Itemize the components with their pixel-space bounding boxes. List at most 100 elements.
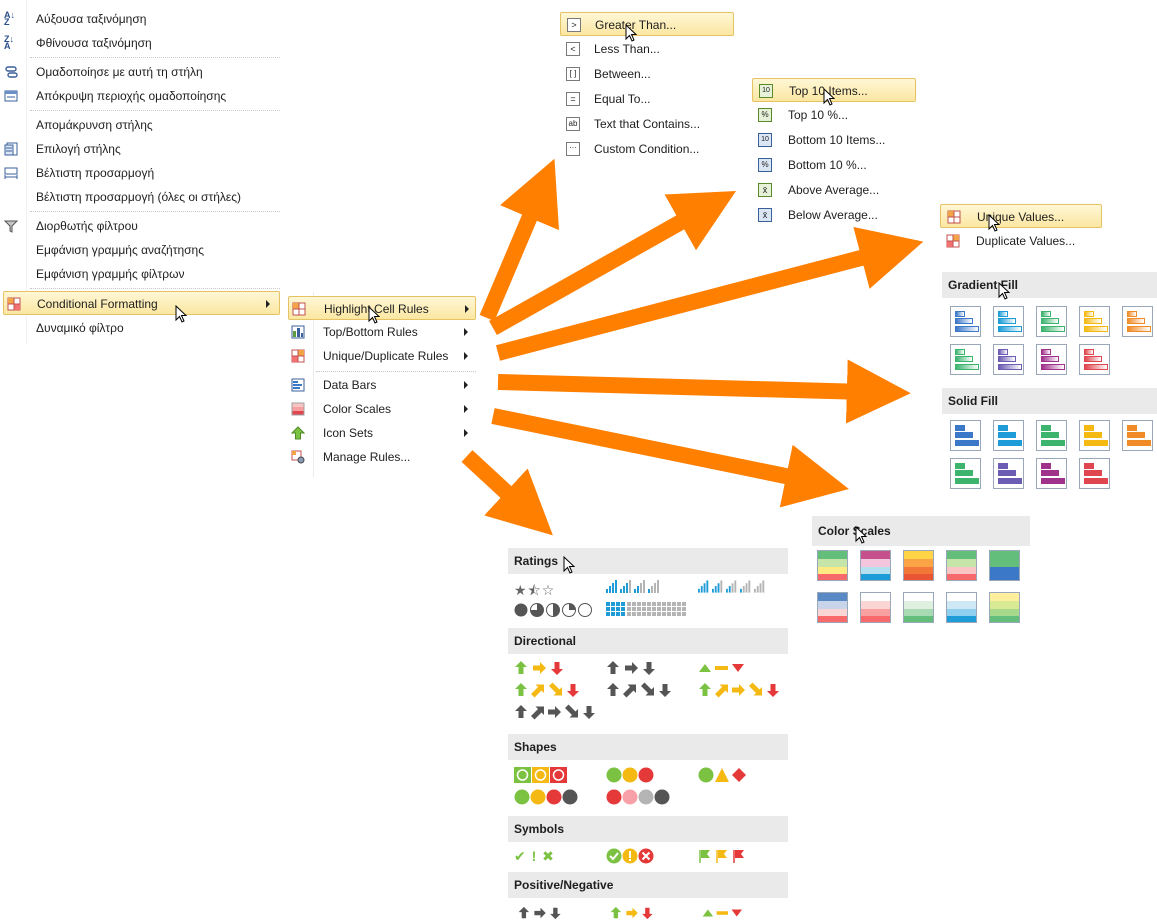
arrow-to-unique-duplicate (495, 226, 924, 361)
flags-icon-set[interactable] (698, 848, 752, 864)
three-triangles-icon-set[interactable] (698, 660, 758, 676)
signal-bars-4-icon-set[interactable] (606, 580, 686, 594)
menu-item-label: Φθίνουσα ταξινόμηση (36, 36, 152, 50)
color-scale-swatch[interactable] (817, 592, 848, 623)
submenu-item-between[interactable]: [ ] Between... (560, 62, 734, 86)
submenu-item-top-bottom-rules[interactable]: Top/Bottom Rules (288, 320, 476, 344)
conditional-formatting-submenu: Highlight Cell Rules Top/Bottom Rules Un… (286, 292, 482, 477)
menu-item-sort-descending[interactable]: Z↓ A Φθίνουσα ταξινόμηση (0, 31, 280, 55)
menu-separator (30, 57, 280, 58)
gradient-data-bar-swatch[interactable] (993, 306, 1024, 337)
gradient-data-bar-swatch[interactable] (1122, 306, 1153, 337)
menu-item-hide-group-panel[interactable]: Απόκρυψη περιοχής ομαδοποίησης (0, 84, 280, 108)
gradient-data-bar-swatch[interactable] (1036, 306, 1067, 337)
submenu-arrow-icon (464, 352, 468, 360)
quarters-icon-set[interactable] (514, 602, 596, 618)
solid-data-bar-swatch[interactable] (950, 458, 981, 489)
color-scale-swatch[interactable] (817, 550, 848, 581)
menu-item-label: Βέλτιστη προσαρμογή (όλες οι στήλες) (36, 190, 241, 204)
duplicate-values-icon (946, 234, 960, 248)
four-traffic-lights-icon-set[interactable] (514, 789, 584, 805)
solid-data-bar-swatch[interactable] (950, 420, 981, 451)
submenu-item-custom-condition[interactable]: ··· Custom Condition... (560, 137, 734, 161)
unique-duplicate-submenu: Unique Values... Duplicate Values... (938, 202, 1104, 254)
solid-data-bar-swatch[interactable] (1079, 458, 1110, 489)
menu-item-dynamic-filter[interactable]: Δυναμικό φίλτρο (0, 316, 280, 340)
solid-data-bar-swatch[interactable] (1036, 458, 1067, 489)
solid-data-bar-swatch[interactable] (1122, 420, 1153, 451)
menu-item-label: Ομαδοποίησε με αυτή τη στήλη (36, 65, 203, 79)
submenu-item-bottom-10-items[interactable]: 10 Bottom 10 Items... (752, 128, 916, 152)
gradient-data-bar-swatch[interactable] (1036, 344, 1067, 375)
solid-data-bar-swatch[interactable] (1036, 420, 1067, 451)
four-arrows-colored-icon-set[interactable] (514, 682, 584, 698)
pos-neg-arrows-colored-icon-set[interactable] (606, 906, 666, 920)
solid-data-bar-swatch[interactable] (1079, 420, 1110, 451)
menu-item-show-filter-row[interactable]: Εμφάνιση γραμμής φίλτρων (0, 262, 280, 286)
four-arrows-gray-icon-set[interactable] (606, 682, 676, 698)
five-arrows-colored-icon-set[interactable] (698, 682, 784, 698)
menu-item-column-chooser[interactable]: Επιλογή στήλης (0, 137, 280, 161)
submenu-item-less-than[interactable]: < Less Than... (560, 37, 734, 61)
color-scale-swatch[interactable] (946, 550, 977, 581)
submenu-item-above-average[interactable]: x̄ Above Average... (752, 178, 916, 202)
pos-neg-arrows-gray-icon-set[interactable] (514, 906, 574, 920)
menu-item-label: Εμφάνιση γραμμής φίλτρων (36, 267, 185, 281)
boxes-icon-set[interactable] (606, 602, 688, 618)
submenu-item-below-average[interactable]: x̄ Below Average... (752, 203, 916, 227)
color-scale-swatch[interactable] (946, 592, 977, 623)
submenu-item-data-bars[interactable]: Data Bars (288, 373, 476, 397)
above-average-icon: x̄ (758, 183, 772, 197)
submenu-item-icon-sets[interactable]: Icon Sets (288, 421, 476, 445)
three-arrows-colored-icon-set[interactable] (514, 660, 574, 676)
gradient-data-bar-swatch[interactable] (1079, 344, 1110, 375)
menu-item-filter-editor[interactable]: Διορθωτής φίλτρου (0, 214, 280, 238)
submenu-item-text-contains[interactable]: ab Text that Contains... (560, 112, 734, 136)
menu-separator (30, 110, 280, 111)
signs-icon-set[interactable] (698, 767, 752, 783)
gradient-data-bar-swatch[interactable] (993, 344, 1024, 375)
mouse-cursor-icon (368, 306, 381, 324)
menu-item-best-fit-all[interactable]: Βέλτιστη προσαρμογή (όλες οι στήλες) (0, 185, 280, 209)
symbols-circled-icon-set[interactable] (606, 848, 660, 864)
color-scale-swatch[interactable] (989, 550, 1020, 581)
signal-bars-5-icon-set[interactable] (698, 580, 782, 594)
menu-item-label: Επιλογή στήλης (36, 142, 121, 156)
symbols-uncircled-icon-set[interactable]: ✔ ! ✖ (514, 848, 555, 865)
gradient-data-bar-swatch[interactable] (950, 306, 981, 337)
color-scale-swatch[interactable] (860, 550, 891, 581)
menu-item-label: Δυναμικό φίλτρο (36, 321, 124, 335)
submenu-item-label: Unique/Duplicate Rules (323, 349, 449, 363)
three-arrows-gray-icon-set[interactable] (606, 660, 666, 676)
submenu-item-manage-rules[interactable]: Manage Rules... (288, 445, 476, 469)
menu-item-show-search-row[interactable]: Εμφάνιση γραμμής αναζήτησης (0, 238, 280, 262)
solid-data-bar-swatch[interactable] (993, 420, 1024, 451)
color-scale-swatch[interactable] (860, 592, 891, 623)
gradient-data-bar-swatch[interactable] (950, 344, 981, 375)
submenu-item-color-scales[interactable]: Color Scales (288, 397, 476, 421)
menu-item-remove-column[interactable]: Απομάκρυνση στήλης (0, 113, 280, 137)
menu-item-best-fit[interactable]: Βέλτιστη προσαρμογή (0, 161, 280, 185)
submenu-item-highlight-cell-rules[interactable]: Highlight Cell Rules (288, 296, 476, 320)
pos-neg-triangles-icon-set[interactable] (698, 906, 758, 920)
stars-rating-icon-set[interactable]: ★⯪☆ (514, 580, 555, 604)
submenu-item-duplicate-values[interactable]: Duplicate Values... (940, 229, 1102, 253)
color-scale-swatch[interactable] (903, 592, 934, 623)
submenu-item-bottom-10-percent[interactable]: % Bottom 10 %... (752, 153, 916, 177)
submenu-item-unique-duplicate-rules[interactable]: Unique/Duplicate Rules (288, 344, 476, 368)
traffic-lights-rimmed-icon-set[interactable] (514, 767, 568, 783)
menu-item-conditional-formatting[interactable]: Conditional Formatting (3, 291, 280, 315)
red-to-black-icon-set[interactable] (606, 789, 676, 805)
traffic-lights-icon-set[interactable] (606, 767, 660, 783)
submenu-item-unique-values[interactable]: Unique Values... (940, 204, 1102, 228)
color-scale-swatch[interactable] (903, 550, 934, 581)
submenu-item-label: Above Average... (788, 183, 880, 197)
gradient-data-bar-swatch[interactable] (1079, 306, 1110, 337)
submenu-item-greater-than[interactable]: > Greater Than... (560, 12, 734, 36)
solid-data-bar-swatch[interactable] (993, 458, 1024, 489)
five-arrows-gray-icon-set[interactable] (514, 704, 600, 720)
menu-item-group-by-column[interactable]: Ομαδοποίησε με αυτή τη στήλη (0, 60, 280, 84)
submenu-item-equal-to[interactable]: = Equal To... (560, 87, 734, 111)
color-scale-swatch[interactable] (989, 592, 1020, 623)
menu-item-sort-ascending[interactable]: A↓ Z Αύξουσα ταξινόμηση (0, 7, 280, 31)
